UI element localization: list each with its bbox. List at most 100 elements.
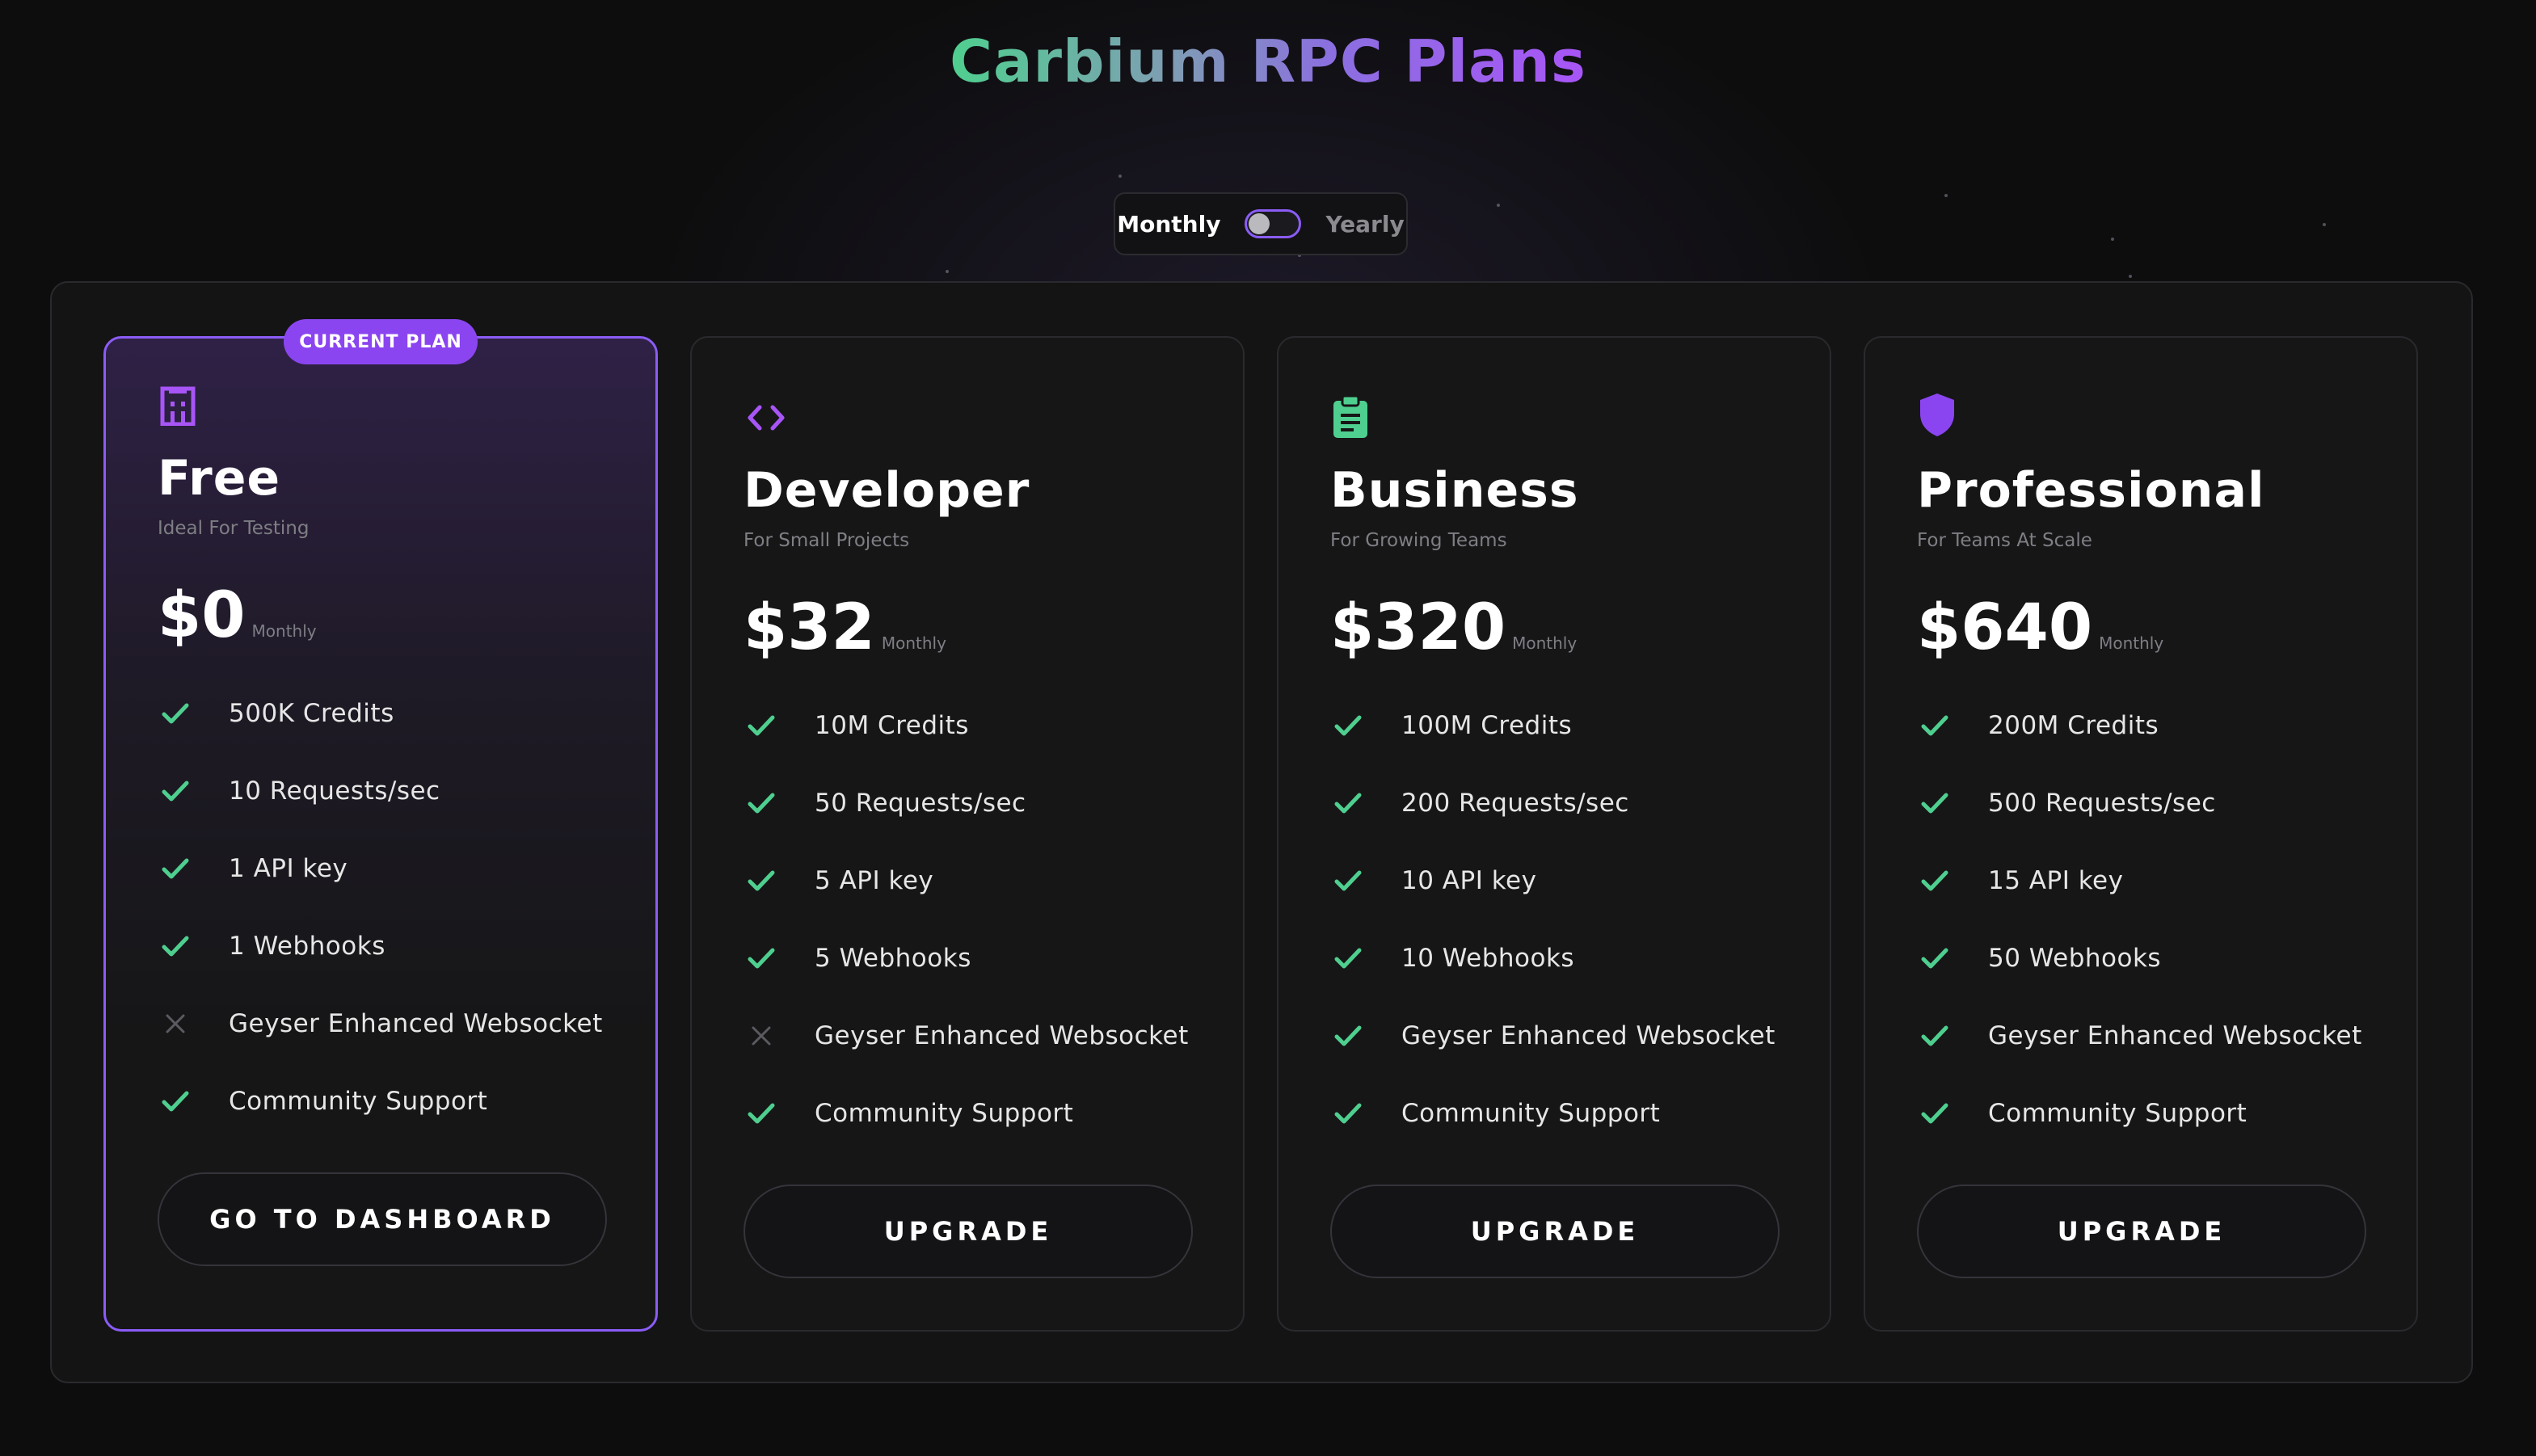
plan-subtitle: Ideal For Testing: [158, 518, 310, 539]
check-icon: [1917, 941, 1953, 976]
list-item: 100M Credits: [1330, 687, 1797, 764]
upgrade-button[interactable]: UPGRADE: [1917, 1185, 2366, 1278]
feature-text: 50 Webhooks: [1988, 944, 2162, 973]
list-item: 10 Requests/sec: [158, 752, 623, 830]
star-decoration: [1944, 194, 1948, 197]
current-plan-badge: CURRENT PLAN: [284, 319, 478, 364]
list-item: 1 API key: [158, 830, 623, 907]
star-decoration: [946, 270, 949, 273]
star-decoration: [2111, 238, 2114, 241]
price-row: $0 Monthly: [158, 579, 317, 652]
check-icon: [158, 773, 193, 809]
list-item: 200M Credits: [1917, 687, 2384, 764]
plan-name: Free: [158, 450, 281, 507]
plan-subtitle: For Growing Teams: [1330, 530, 1507, 551]
price-row: $640 Monthly: [1917, 591, 2163, 664]
plan-card-professional: Professional For Teams At Scale $640 Mon…: [1864, 336, 2418, 1332]
plan-card-developer: Developer For Small Projects $32 Monthly…: [690, 336, 1245, 1332]
switch-knob: [1249, 213, 1270, 234]
feature-text: 15 API key: [1988, 866, 2124, 895]
check-icon: [1917, 1096, 1953, 1131]
check-icon: [1330, 785, 1366, 821]
check-icon: [158, 1084, 193, 1119]
check-icon: [1330, 941, 1366, 976]
list-item: 5 Webhooks: [744, 919, 1211, 997]
star-decoration: [2323, 223, 2326, 226]
price-period: Monthly: [251, 621, 317, 641]
list-item: Community Support: [744, 1075, 1211, 1152]
feature-text: Geyser Enhanced Websocket: [1401, 1021, 1776, 1050]
check-icon: [1330, 1096, 1366, 1131]
page-title: Carbium RPC Plans: [950, 27, 1586, 95]
plan-price: $640: [1917, 591, 2093, 664]
feature-text: 500K Credits: [229, 699, 394, 728]
plan-name: Professional: [1917, 462, 2265, 519]
feature-list: 500K Credits 10 Requests/sec 1 API key 1…: [158, 675, 623, 1140]
list-item: 500K Credits: [158, 675, 623, 752]
list-item: Community Support: [1330, 1075, 1797, 1152]
check-icon: [744, 708, 779, 743]
plan-price: $320: [1330, 591, 1506, 664]
check-icon: [744, 941, 779, 976]
price-row: $320 Monthly: [1330, 591, 1577, 664]
list-item: Geyser Enhanced Websocket: [1917, 997, 2384, 1075]
list-item: 200 Requests/sec: [1330, 764, 1797, 842]
feature-text: 200 Requests/sec: [1401, 789, 1629, 818]
check-icon: [1917, 708, 1953, 743]
go-to-dashboard-button[interactable]: GO TO DASHBOARD: [158, 1172, 607, 1266]
yearly-option[interactable]: Yearly: [1325, 211, 1404, 238]
list-item: Geyser Enhanced Websocket: [744, 997, 1211, 1075]
check-icon: [158, 851, 193, 886]
upgrade-button[interactable]: UPGRADE: [744, 1185, 1193, 1278]
list-item: 1 Webhooks: [158, 907, 623, 985]
feature-text: 1 Webhooks: [229, 932, 385, 961]
cross-icon: [744, 1018, 779, 1054]
clipboard-icon: [1330, 394, 1371, 438]
list-item: 10M Credits: [744, 687, 1211, 764]
list-item: Community Support: [158, 1063, 623, 1140]
plan-card-free: CURRENT PLAN Free Ideal For Testing $0 M…: [103, 319, 658, 1332]
plan-name: Business: [1330, 462, 1579, 519]
price-row: $32 Monthly: [744, 591, 946, 664]
price-period: Monthly: [2099, 633, 2164, 653]
check-icon: [744, 785, 779, 821]
monthly-option[interactable]: Monthly: [1117, 211, 1220, 238]
building-icon: [158, 385, 198, 427]
check-icon: [1917, 1018, 1953, 1054]
check-icon: [1917, 863, 1953, 898]
feature-text: 50 Requests/sec: [815, 789, 1026, 818]
plan-subtitle: For Small Projects: [744, 530, 910, 551]
check-icon: [744, 863, 779, 898]
plan-price: $0: [158, 579, 246, 652]
check-icon: [158, 928, 193, 964]
feature-text: 10 Requests/sec: [229, 776, 440, 806]
feature-text: 10M Credits: [815, 711, 969, 740]
check-icon: [1917, 785, 1953, 821]
star-decoration: [1497, 204, 1500, 207]
feature-text: 10 Webhooks: [1401, 944, 1575, 973]
feature-text: 200M Credits: [1988, 711, 2159, 740]
upgrade-button[interactable]: UPGRADE: [1330, 1185, 1780, 1278]
feature-text: Community Support: [815, 1099, 1074, 1128]
feature-text: 5 Webhooks: [815, 944, 971, 973]
feature-text: Geyser Enhanced Websocket: [229, 1009, 603, 1038]
plans-panel: CURRENT PLAN Free Ideal For Testing $0 M…: [50, 281, 2473, 1383]
list-item: 15 API key: [1917, 842, 2384, 919]
feature-list: 200M Credits 500 Requests/sec 15 API key…: [1917, 687, 2384, 1152]
shield-icon: [1917, 391, 1957, 436]
check-icon: [744, 1096, 779, 1131]
feature-text: Geyser Enhanced Websocket: [1988, 1021, 2362, 1050]
check-icon: [1330, 1018, 1366, 1054]
code-icon: [744, 398, 785, 438]
plan-card-business: Business For Growing Teams $320 Monthly …: [1277, 336, 1831, 1332]
pricing-page: Carbium RPC Plans Monthly Yearly CURRENT…: [0, 0, 2536, 1456]
check-icon: [1330, 708, 1366, 743]
billing-switch[interactable]: [1245, 209, 1302, 238]
list-item: 50 Webhooks: [1917, 919, 2384, 997]
price-period: Monthly: [881, 633, 946, 653]
cross-icon: [158, 1006, 193, 1042]
feature-text: 500 Requests/sec: [1988, 789, 2216, 818]
list-item: 5 API key: [744, 842, 1211, 919]
check-icon: [158, 696, 193, 731]
list-item: Geyser Enhanced Websocket: [158, 985, 623, 1063]
